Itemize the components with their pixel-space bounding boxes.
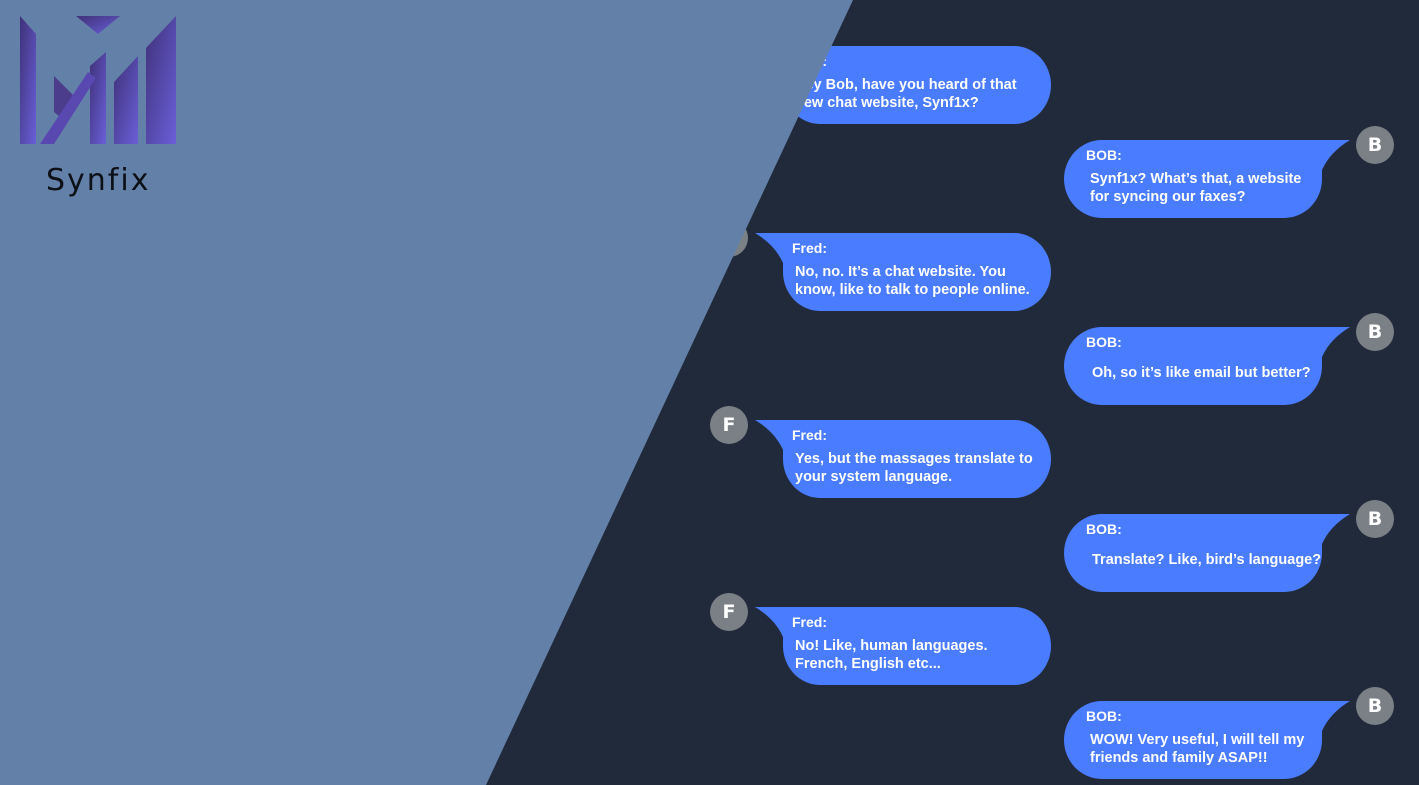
message-text-line: Synf1x? What’s that, a website — [1090, 170, 1302, 187]
chat-message: Fred: Yes, but the massages translate to y… — [755, 420, 1055, 500]
sender-name: BOB: — [1086, 707, 1122, 724]
m-logo-icon — [20, 16, 176, 144]
message-text-line: new chat website, Synf1x? — [795, 95, 979, 111]
avatar-fred[interactable]: F — [710, 32, 748, 70]
chat-message: BOB: Translate? Like, bird’s language? — [1062, 513, 1362, 594]
message-text-line: WOW! Very useful, I will tell my — [1090, 731, 1305, 748]
brand-name: Synfix — [46, 163, 151, 198]
avatar-fred[interactable]: F — [710, 593, 748, 631]
message-text-line: French, English etc... — [795, 656, 941, 672]
sender-name: BOB: — [1086, 520, 1122, 537]
chat-message: Fred: Hey Bob, have you heard of that new … — [755, 46, 1055, 126]
sender-name: BOB: — [1086, 146, 1122, 163]
sender-name: Fred: — [792, 427, 827, 443]
message-text-line: know, like to talk to people online. — [795, 282, 1030, 298]
message-text-line: your system language. — [795, 469, 953, 485]
sender-name: Fred: — [792, 614, 827, 630]
message-text-line: Hey Bob, have you heard of that — [795, 77, 1017, 93]
chat-message: BOB: WOW! Very useful, I will tell my frie… — [1062, 700, 1362, 781]
message-text-line: No! Like, human languages. — [795, 638, 988, 654]
message-text-line: No, no. It’s a chat website. You — [795, 264, 1006, 280]
sender-name: Fred: — [792, 240, 827, 256]
avatar-fred[interactable]: F — [710, 219, 748, 257]
chat-message: BOB: Synf1x? What’s that, a website for sy… — [1062, 139, 1362, 220]
message-text-line: Oh, so it’s like email but better? — [1092, 364, 1311, 381]
chat-message: Fred: No, no. It’s a chat website. You kno… — [755, 233, 1055, 313]
message-text-line: Yes, but the massages translate to — [795, 451, 1033, 467]
message-text-line: Translate? Like, bird’s language? — [1092, 551, 1322, 568]
message-text-line: for syncing our faxes? — [1090, 188, 1246, 205]
sender-name: Fred: — [792, 53, 827, 69]
avatar-fred[interactable]: F — [710, 406, 748, 444]
chat-message: BOB: Oh, so it’s like email but better? — [1062, 326, 1362, 407]
sender-name: BOB: — [1086, 333, 1122, 350]
chat-message: Fred: No! Like, human languages. French, E… — [755, 607, 1055, 687]
message-text-line: friends and family ASAP!! — [1090, 749, 1268, 766]
